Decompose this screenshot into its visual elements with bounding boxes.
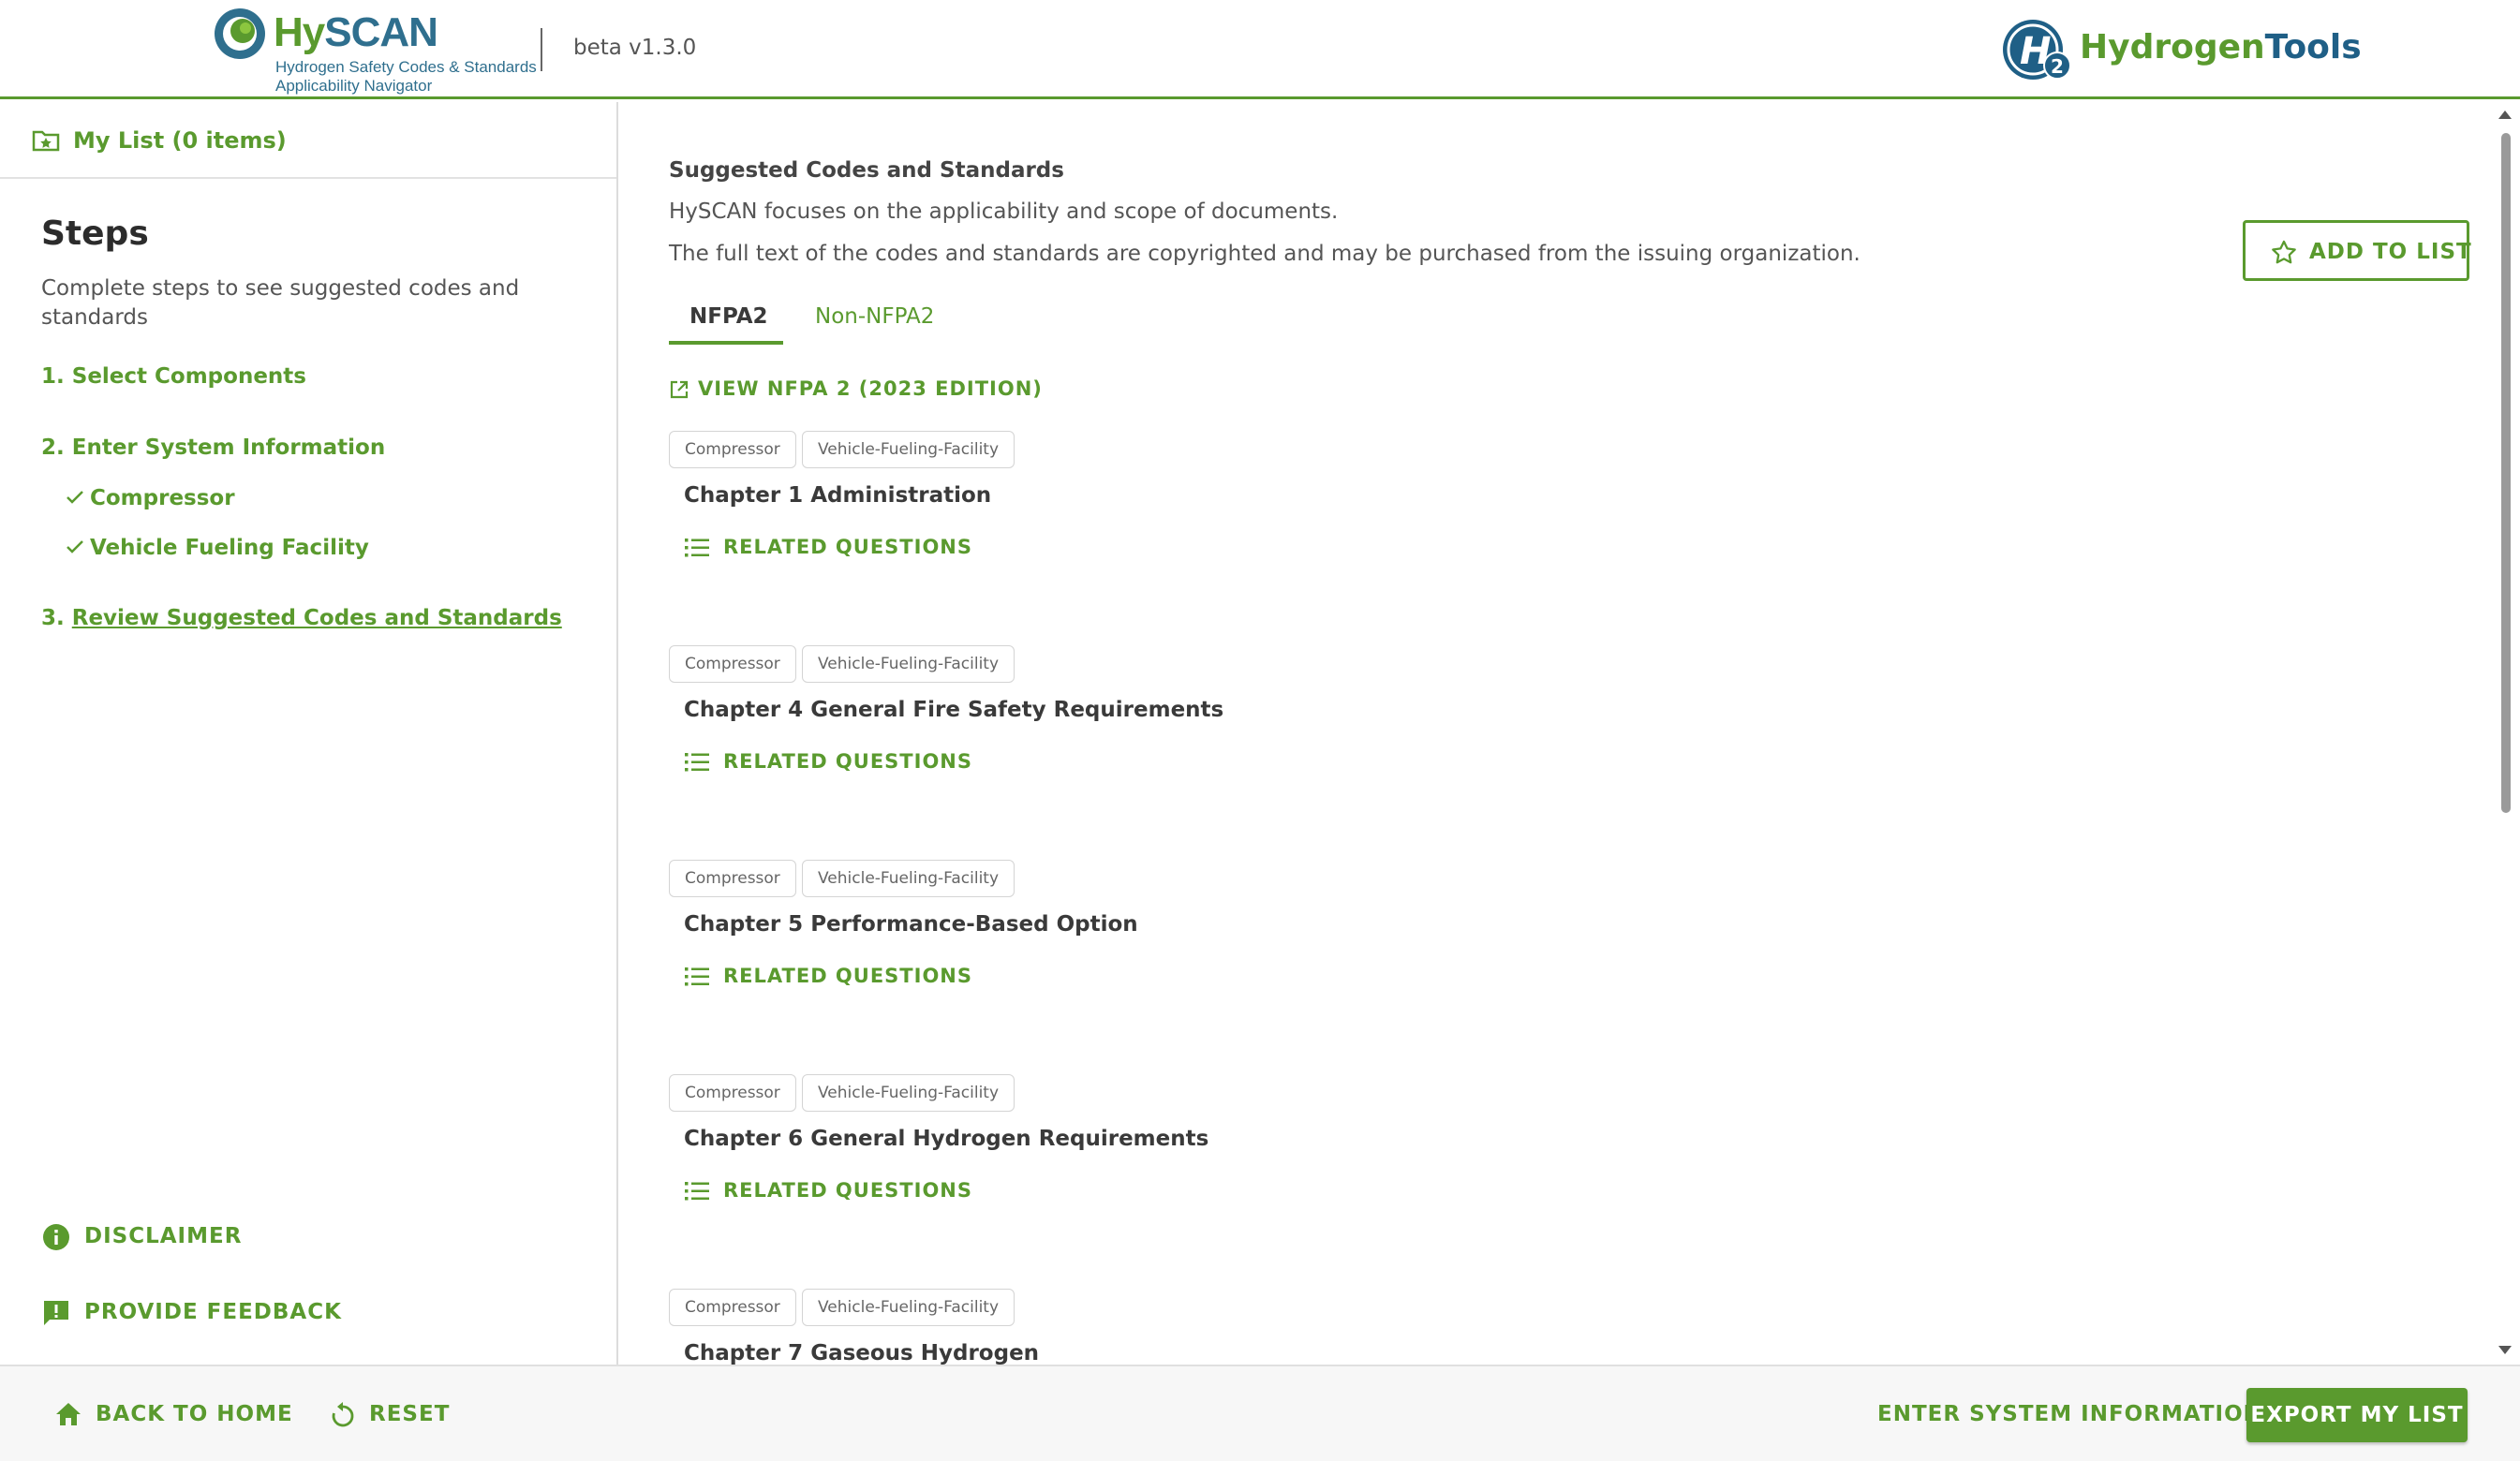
tag-chip: Compressor <box>669 645 796 683</box>
back-to-home-label: BACK TO HOME <box>96 1402 293 1426</box>
tag-chip: Vehicle-Fueling-Facility <box>802 645 1015 683</box>
enter-system-info-label: ENTER SYSTEM INFORMATION <box>1877 1402 2262 1426</box>
item-title: Chapter 7 Gaseous Hydrogen <box>684 1341 1040 1365</box>
add-to-list-button[interactable]: ADD TO LIST <box>2243 220 2472 281</box>
section-title: Suggested Codes and Standards <box>669 158 1064 183</box>
list-icon <box>685 967 709 986</box>
substep-label: Compressor <box>90 486 235 510</box>
scroll-down-arrow-icon[interactable] <box>2498 1346 2512 1354</box>
related-questions-label: RELATED QUESTIONS <box>723 1179 972 1202</box>
view-nfpa2-label: VIEW NFPA 2 (2023 EDITION) <box>698 377 1043 400</box>
item-title: Chapter 4 General Fire Safety Requiremen… <box>684 698 1224 722</box>
wordmark-part-hydrogen: Hydrogen <box>2080 28 2265 66</box>
related-questions-label: RELATED QUESTIONS <box>723 536 972 558</box>
step-review-codes[interactable]: 3. Review Suggested Codes and Standards <box>41 606 562 630</box>
list-icon <box>685 753 709 772</box>
code-item: Compressor Vehicle-Fueling-Facility Chap… <box>669 645 2449 833</box>
star-outline-icon <box>2272 240 2296 264</box>
steps-title: Steps <box>41 214 149 253</box>
item-title: Chapter 5 Performance-Based Option <box>684 912 1138 937</box>
section-description-1: HySCAN focuses on the applicability and … <box>669 199 1339 224</box>
folder-star-icon <box>32 130 60 152</box>
item-title: Chapter 1 Administration <box>684 483 992 508</box>
wordmark-part-tools: Tools <box>2264 28 2362 66</box>
tag-chip: Compressor <box>669 860 796 897</box>
hydrogen-tools-wordmark: HydrogenTools <box>2080 28 2362 66</box>
tag-chip: Compressor <box>669 1074 796 1112</box>
version-label: beta v1.3.0 <box>573 36 697 60</box>
app-header: HySCAN Hydrogen Safety Codes & Standards… <box>0 0 2520 99</box>
add-to-list-label: ADD TO LIST <box>2309 240 2472 264</box>
code-item: Compressor Vehicle-Fueling-Facility Chap… <box>669 1074 2449 1262</box>
section-description-2: The full text of the codes and standards… <box>669 242 1860 266</box>
list-icon <box>685 1182 709 1201</box>
code-item: Compressor Vehicle-Fueling-Facility Chap… <box>669 431 2449 618</box>
sidebar: My List (0 items) Steps Complete steps t… <box>0 102 618 1365</box>
hyscan-logo-icon <box>215 8 265 59</box>
reset-icon <box>332 1402 354 1427</box>
logo-subtitle-1: Hydrogen Safety Codes & Standards <box>275 58 537 76</box>
tab-non-nfpa2[interactable]: Non-NFPA2 <box>815 304 934 329</box>
item-title: Chapter 6 General Hydrogen Requirements <box>684 1127 1209 1151</box>
tag-chip: Vehicle-Fueling-Facility <box>802 1289 1015 1326</box>
step3-link[interactable]: Review Suggested Codes and Standards <box>72 606 562 630</box>
code-item: Compressor Vehicle-Fueling-Facility Chap… <box>669 860 2449 1047</box>
feedback-icon <box>44 1301 68 1325</box>
check-icon <box>66 486 90 510</box>
tag-chip: Compressor <box>669 431 796 468</box>
related-questions-label: RELATED QUESTIONS <box>723 750 972 773</box>
substep-label: Vehicle Fueling Facility <box>90 536 369 560</box>
my-list-label: My List (0 items) <box>73 127 287 154</box>
export-my-list-button[interactable]: EXPORT MY LIST <box>2246 1388 2468 1442</box>
main-content: Suggested Codes and Standards HySCAN foc… <box>620 102 2494 1365</box>
tag-chip: Vehicle-Fueling-Facility <box>802 1074 1015 1112</box>
wordmark-part-scan: SCAN <box>324 9 438 55</box>
wordmark-part-hy: Hy <box>274 9 325 55</box>
tab-nfpa2[interactable]: NFPA2 <box>689 304 768 329</box>
header-divider <box>541 28 542 71</box>
svg-text:2: 2 <box>2051 55 2064 78</box>
steps-description: Complete steps to see suggested codes an… <box>41 276 520 330</box>
external-link-icon <box>670 380 689 399</box>
step3-prefix: 3. <box>41 606 72 630</box>
hyscan-logo[interactable]: HySCAN Hydrogen Safety Codes & Standards… <box>210 6 537 96</box>
reset-label: RESET <box>369 1402 451 1426</box>
hydrogen-tools-logo[interactable]: H 2 HydrogenTools <box>1999 17 2362 82</box>
scroll-up-arrow-icon[interactable] <box>2498 111 2512 119</box>
check-icon <box>66 536 90 560</box>
logo-wordmark: HySCAN <box>274 9 438 56</box>
code-item: Compressor Vehicle-Fueling-Facility Chap… <box>669 1289 2449 1365</box>
active-tab-indicator <box>669 341 783 345</box>
disclaimer-label: DISCLAIMER <box>84 1224 243 1248</box>
tag-chip: Vehicle-Fueling-Facility <box>802 860 1015 897</box>
scrollbar-thumb[interactable] <box>2501 133 2511 813</box>
footer-bar: BACK TO HOME RESET ENTER SYSTEM INFORMAT… <box>0 1365 2520 1461</box>
substep-vehicle-fueling-facility[interactable]: Vehicle Fueling Facility <box>66 536 369 560</box>
h2-logo-icon: H 2 <box>2003 20 2071 80</box>
tag-chip: Vehicle-Fueling-Facility <box>802 431 1015 468</box>
info-icon <box>43 1224 69 1250</box>
step-enter-system-info[interactable]: 2. Enter System Information <box>41 435 385 460</box>
substep-compressor[interactable]: Compressor <box>66 486 235 510</box>
home-icon <box>56 1403 81 1425</box>
step-select-components[interactable]: 1. Select Components <box>41 364 306 389</box>
my-list-button[interactable]: My List (0 items) <box>0 102 616 179</box>
list-icon <box>685 539 709 557</box>
feedback-label: PROVIDE FEEDBACK <box>84 1300 342 1324</box>
tag-chip: Compressor <box>669 1289 796 1326</box>
logo-subtitle-2: Applicability Navigator <box>275 77 433 95</box>
related-questions-label: RELATED QUESTIONS <box>723 965 972 987</box>
